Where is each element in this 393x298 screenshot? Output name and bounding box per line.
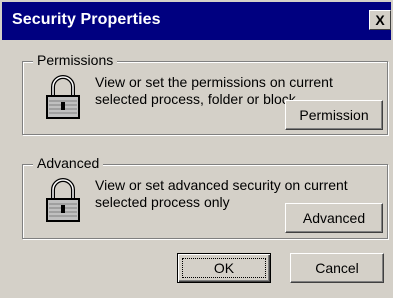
- dialog-title: Security Properties: [12, 11, 161, 28]
- advanced-group: Advanced View or set advanced security o…: [22, 155, 388, 239]
- title-bar[interactable]: Security Properties X: [2, 2, 391, 40]
- permissions-legend: Permissions: [33, 52, 118, 68]
- close-button[interactable]: X: [369, 10, 391, 30]
- lock-icon: [46, 178, 80, 222]
- ok-label: OK: [182, 258, 266, 278]
- close-icon: X: [375, 12, 385, 28]
- ok-button[interactable]: OK: [177, 253, 271, 283]
- permission-button[interactable]: Permission: [285, 100, 383, 130]
- advanced-legend: Advanced: [33, 155, 104, 171]
- security-properties-dialog: Security Properties X Permissions View o…: [0, 0, 393, 298]
- lock-icon: [46, 75, 80, 119]
- permissions-group: Permissions View or set the permissions …: [22, 52, 388, 135]
- advanced-button[interactable]: Advanced: [285, 203, 383, 233]
- cancel-button[interactable]: Cancel: [290, 253, 384, 283]
